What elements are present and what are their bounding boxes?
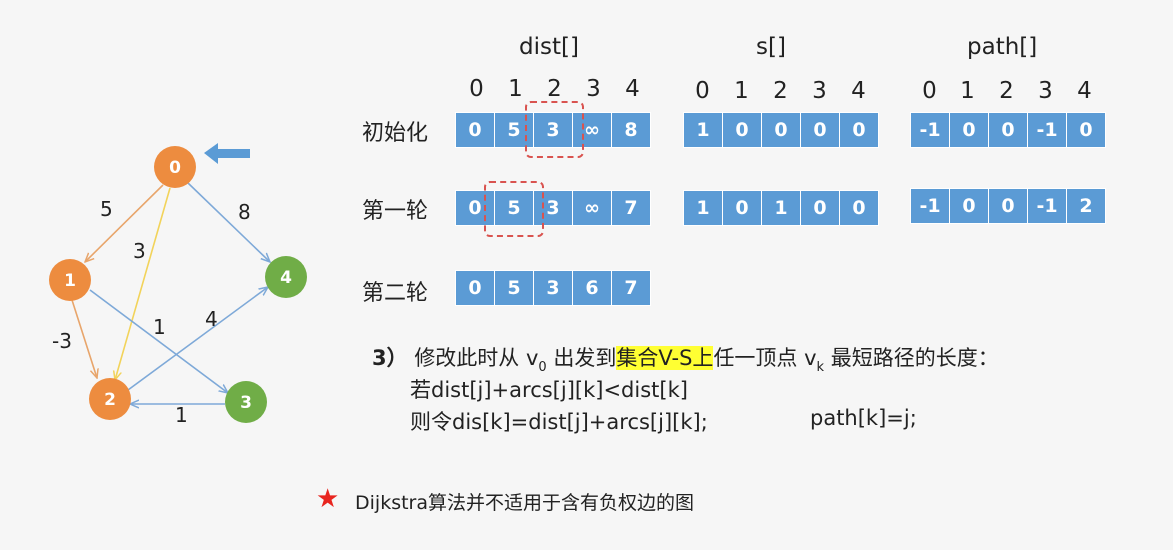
edge-weight: 8 xyxy=(238,200,251,224)
edge-weight: 4 xyxy=(205,307,218,331)
array-cell: -1 xyxy=(911,113,950,147)
array-cell: 0 xyxy=(801,191,840,225)
s-array-round1: 1 0 1 0 0 xyxy=(683,190,879,226)
edge-weight: 1 xyxy=(175,403,188,427)
index-label: 2 xyxy=(547,76,562,102)
index-label: 1 xyxy=(508,76,523,102)
array-cell: 0 xyxy=(801,113,840,147)
index-label: 2 xyxy=(773,78,788,104)
node-2: 2 xyxy=(89,378,131,420)
dist-header: dist[] xyxy=(519,34,579,60)
array-cell: 0 xyxy=(762,113,801,147)
step-line-2: 若dist[j]+arcs[j][k]<dist[k] xyxy=(410,378,688,402)
node-3: 3 xyxy=(225,381,267,423)
array-cell: -1 xyxy=(911,189,950,223)
array-cell: 5 xyxy=(495,271,534,305)
step-line-3a: 则令dis[k]=dist[j]+arcs[j][k]; xyxy=(410,410,708,434)
path-array-init: -1 0 0 -1 0 xyxy=(910,112,1106,148)
index-label: 4 xyxy=(625,76,640,102)
array-cell: 3 xyxy=(534,271,573,305)
array-cell: ∞ xyxy=(573,191,612,225)
array-cell: 7 xyxy=(624,197,638,219)
row-label-init: 初始化 xyxy=(362,121,429,146)
subscript: k xyxy=(816,360,825,375)
node-label: 1 xyxy=(64,271,76,291)
array-cell: 0 xyxy=(723,113,762,147)
array-cell: 0 xyxy=(950,189,989,223)
index-label: 3 xyxy=(812,78,827,104)
edge-2-4 xyxy=(127,287,268,391)
index-label: 3 xyxy=(1038,78,1053,104)
step-line-1: 3） 修改此时从 v0 出发到集合V-S上任一顶点 vk 最短路径的长度： xyxy=(372,342,999,375)
star-icon: ★ xyxy=(316,484,340,514)
node-label: 4 xyxy=(280,268,292,288)
edge-weight: 3 xyxy=(133,239,146,263)
node-label: 2 xyxy=(104,390,116,410)
array-cell: 0 xyxy=(852,197,866,219)
index-label: 4 xyxy=(851,78,866,104)
edge-weight: -3 xyxy=(52,329,72,353)
array-cell: 0 xyxy=(456,113,495,147)
dist-array-round2: 0 5 3 6 7 xyxy=(455,270,651,306)
array-cell: 0 xyxy=(852,119,866,141)
array-cell: 0 xyxy=(723,191,762,225)
array-cell: -1 xyxy=(1028,113,1067,147)
edge-0-2 xyxy=(115,187,171,380)
index-label: 1 xyxy=(734,78,749,104)
row-label-round1: 第一轮 xyxy=(362,199,429,224)
array-cell: 2 xyxy=(1079,195,1093,217)
selected-cell-highlight-round1 xyxy=(484,181,544,237)
array-cell: 0 xyxy=(989,189,1028,223)
array-cell: 0 xyxy=(950,113,989,147)
array-cell: -1 xyxy=(1028,189,1067,223)
index-label: 4 xyxy=(1077,78,1092,104)
edge-1-2 xyxy=(71,299,97,378)
array-cell: 6 xyxy=(573,271,612,305)
array-cell: 1 xyxy=(762,191,801,225)
index-label: 3 xyxy=(586,76,601,102)
node-label: 0 xyxy=(169,158,181,178)
array-cell: 0 xyxy=(456,271,495,305)
edge-0-4 xyxy=(187,182,270,262)
array-cell: 0 xyxy=(989,113,1028,147)
path-array-round1: -1 0 0 -1 2 xyxy=(910,188,1106,224)
array-cell: 7 xyxy=(624,277,638,299)
array-cell: 0 xyxy=(1079,119,1093,141)
graph-diagram: 5 3 8 -3 1 4 1 0 1 2 3 4 xyxy=(49,143,307,427)
s-array-init: 1 0 0 0 0 xyxy=(683,112,879,148)
step-line-3b: path[k]=j; xyxy=(810,406,917,430)
node-0: 0 xyxy=(154,146,196,188)
index-label: 0 xyxy=(922,78,937,104)
step-text: 最短路径的长度： xyxy=(824,346,999,370)
index-label: 2 xyxy=(999,78,1014,104)
index-label: 0 xyxy=(469,76,484,102)
step-number: 3） xyxy=(372,346,408,370)
step-text: 出发到 xyxy=(546,346,617,370)
note-text: Dijkstra算法并不适用于含有负权边的图 xyxy=(355,492,694,514)
current-node-arrow-icon xyxy=(204,143,250,164)
edge-weight: 5 xyxy=(100,197,113,221)
array-cell: 8 xyxy=(624,119,638,141)
node-1: 1 xyxy=(49,259,91,301)
highlighted-text: 集合V-S上 xyxy=(616,346,714,370)
row-label-round2: 第二轮 xyxy=(362,281,429,306)
s-header: s[] xyxy=(756,34,786,60)
array-cell: 1 xyxy=(684,191,723,225)
selected-cell-highlight-init xyxy=(525,101,584,158)
step-text: 修改此时从 v xyxy=(414,346,539,370)
path-header: path[] xyxy=(967,34,1038,60)
node-label: 3 xyxy=(240,393,252,413)
subscript: 0 xyxy=(538,360,547,375)
step-text: 任一顶点 v xyxy=(713,346,817,370)
index-label: 0 xyxy=(695,78,710,104)
index-label: 1 xyxy=(960,78,975,104)
array-cell: 1 xyxy=(684,113,723,147)
node-4: 4 xyxy=(265,256,307,298)
edge-1-3 xyxy=(89,289,228,393)
edge-weight: 1 xyxy=(153,315,166,339)
